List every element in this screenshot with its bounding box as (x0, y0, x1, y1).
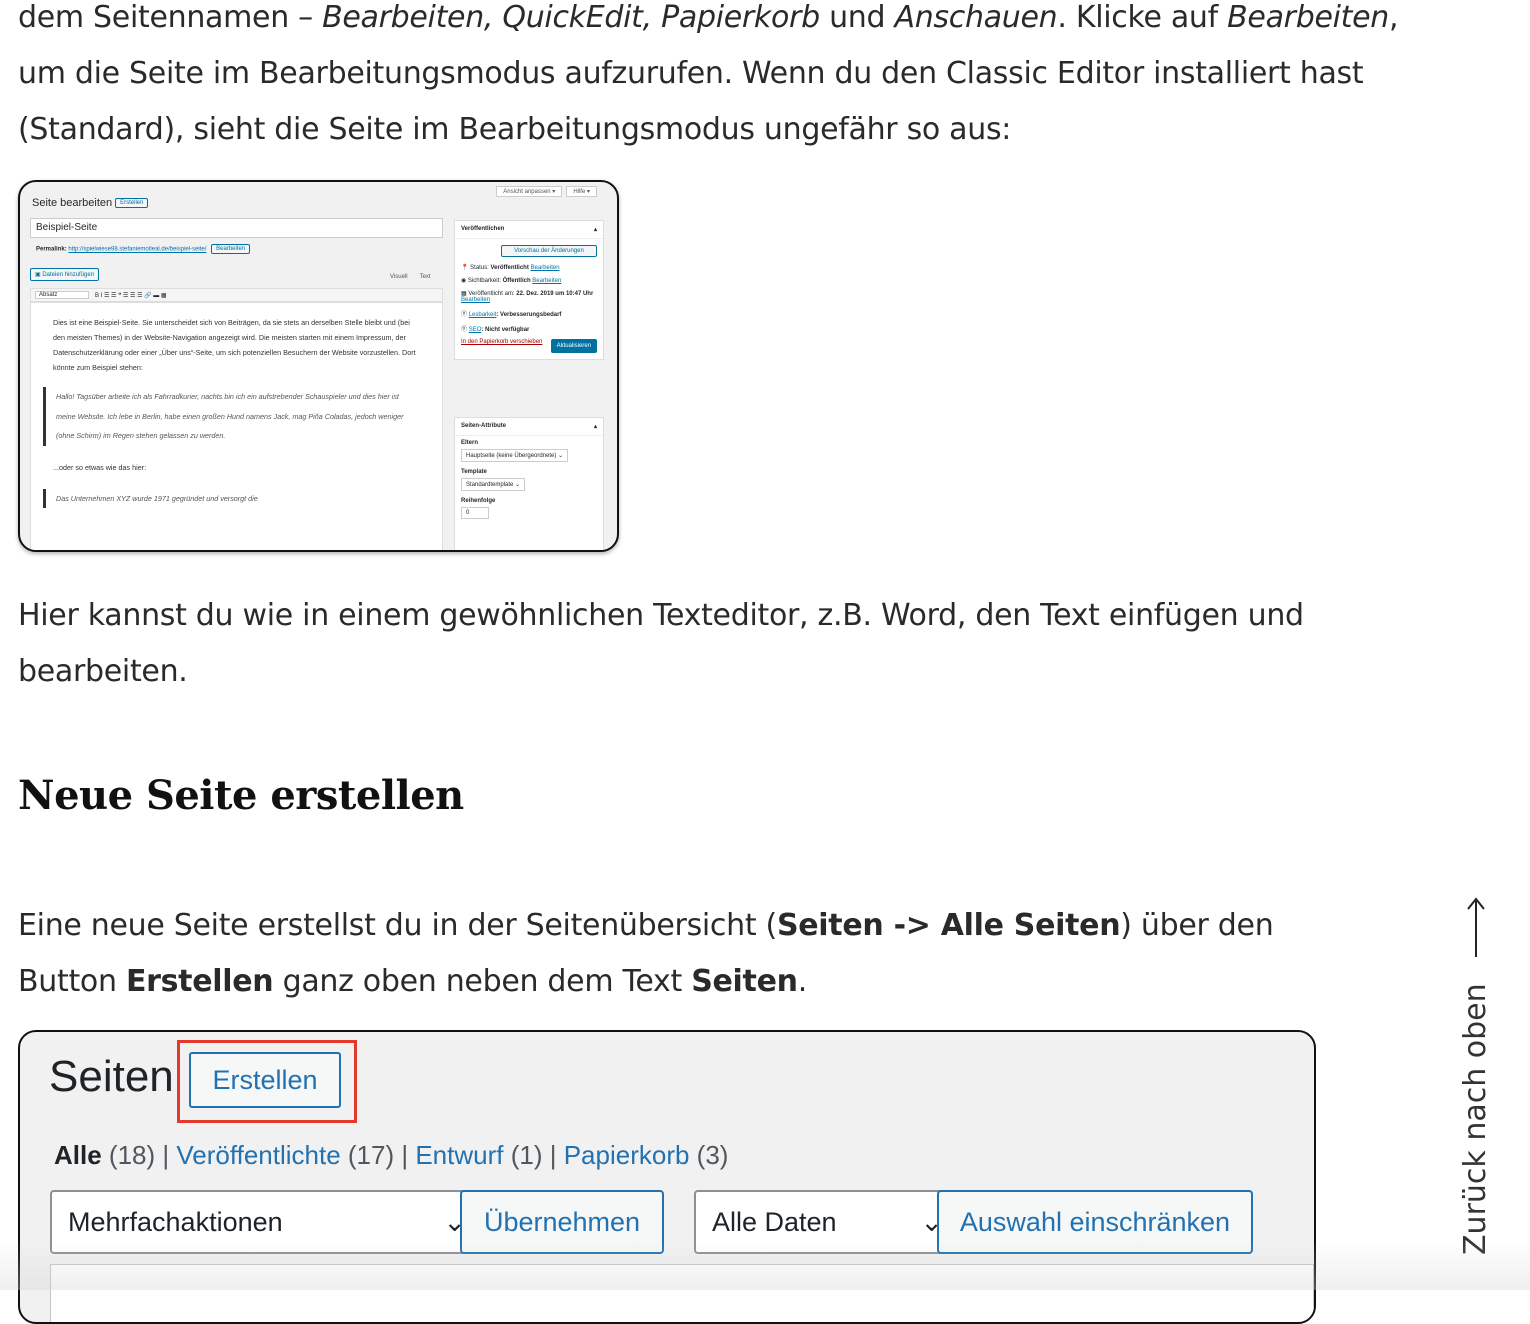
pin-icon: 📍 (461, 265, 469, 271)
permalink-url: http://spielwiese98.stefaniemotleal.de/b… (68, 246, 207, 253)
filter-button: Auswahl einschränken (937, 1190, 1253, 1254)
editor-paragraph-2: ...oder so etwas wie das hier: (53, 462, 147, 472)
order-field: 0 (461, 507, 489, 519)
parent-label: Eltern (461, 440, 479, 446)
tab-visual: Visuell (390, 274, 408, 280)
pages-overview-screenshot: Seiten Erstellen Alle (18) | Veröffentli… (18, 1030, 1316, 1324)
add-media-button: ▣ Dateien hinzufügen (30, 268, 100, 281)
date-filter-select: Alle Daten ⌄ (694, 1190, 959, 1254)
editor-description-paragraph: Hier kannst du wie in einem gewöhnlichen… (18, 598, 1304, 689)
order-label: Reihenfolge (461, 498, 496, 504)
permalink: Permalink: http://spielwiese98.stefaniem… (36, 244, 251, 254)
pages-table (50, 1264, 1314, 1322)
visibility-line: ◉ Sichtbarkeit: Öffentlich Bearbeiten (461, 278, 562, 284)
create-page-button: Erstellen (189, 1052, 341, 1108)
template-label: Template (461, 469, 487, 475)
bulk-actions-select: Mehrfachaktionen ⌄ (50, 1190, 482, 1254)
filter-trash: Papierkorb (563, 1140, 690, 1170)
create-page-paragraph: Eine neue Seite erstellst du in der Seit… (18, 908, 1274, 999)
collapse-icon: ▴ (593, 424, 597, 430)
section-heading: Neue Seite erstellen (18, 772, 464, 819)
eye-icon: ◉ (461, 278, 467, 284)
update-button: Aktualisieren (550, 339, 597, 353)
page-attributes-box: Seiten-Attribute ▴ Eltern Hauptseite (kei… (454, 417, 604, 550)
permalink-edit-button: Bearbeiten (211, 244, 251, 254)
editor-content: Dies ist eine Beispiel-Seite. Sie unters… (30, 302, 443, 550)
filter-published: Veröffentlichte (176, 1140, 341, 1170)
format-select: Absatz (35, 291, 89, 299)
parent-select: Hauptseite (keine Übergeordnete) ⌄ (461, 449, 569, 462)
apply-button: Übernehmen (460, 1190, 664, 1254)
editor-page-title: Seite bearbeiten Erstellen (32, 197, 149, 209)
editor-toolbar: Absatz B I ☰ ☰ ❝ ☰ ☰ ☰ 🔗 ▬ ▦ (30, 288, 443, 302)
status-filters: Alle (18) | Veröffentlichte (17) | Entwu… (54, 1140, 729, 1170)
collapse-icon: ▴ (593, 227, 597, 233)
template-select: Standardtemplate ⌄ (461, 478, 526, 491)
post-title-field: Beispiel-Seite (30, 218, 443, 238)
preview-button: Vorschau der Änderungen (501, 245, 597, 257)
toolbar-icons: B I ☰ ☰ ❝ ☰ ☰ ☰ 🔗 ▬ ▦ (95, 292, 167, 299)
yoast-icon: Ⓨ (461, 312, 468, 318)
screen-options-tab: Ansicht anpassen ▾ (496, 186, 563, 197)
published-line: ▦ Veröffentlicht am: 22. Dez. 2019 um 10… (461, 291, 594, 303)
publish-box: Veröffentlichen ▴ Vorschau der Änderungen… (454, 220, 604, 360)
editor-quote: Hallo! Tagsüber arbeite ich als Fahrradk… (43, 387, 420, 446)
editor-quote-2: Das Unternehmen XYZ wurde 1971 gegründet… (43, 488, 420, 508)
filter-draft: Entwurf (415, 1140, 504, 1170)
back-to-top-link[interactable]: Zurück nach oben (1455, 895, 1497, 1255)
yoast-icon: Ⓨ (461, 327, 468, 333)
filter-all: Alle (54, 1140, 102, 1170)
pages-heading: Seiten (49, 1052, 174, 1101)
readability-line: Ⓨ Lesbarkeit: Verbesserungsbedarf (461, 312, 562, 318)
classic-editor-screenshot: Seite bearbeiten Erstellen Ansicht anpass… (18, 180, 619, 552)
back-to-top-label: Zurück nach oben (1458, 983, 1493, 1255)
seo-line: Ⓨ SEO: Nicht verfügbar (461, 327, 530, 333)
editor-paragraph: Dies ist eine Beispiel-Seite. Sie unters… (53, 318, 416, 372)
screen-options-bar: Ansicht anpassen ▾ Hilfe ▾ (496, 186, 597, 197)
help-tab: Hilfe ▾ (566, 186, 597, 197)
create-button: Erstellen (115, 198, 149, 209)
tab-text: Text (419, 274, 431, 280)
editor-tabs: Visuell Text (390, 274, 431, 280)
status-line: 📍 Status: Veröffentlicht Bearbeiten (461, 265, 560, 271)
intro-paragraph: dem Seitennamen – Bearbeiten, QuickEdit,… (18, 0, 1399, 147)
